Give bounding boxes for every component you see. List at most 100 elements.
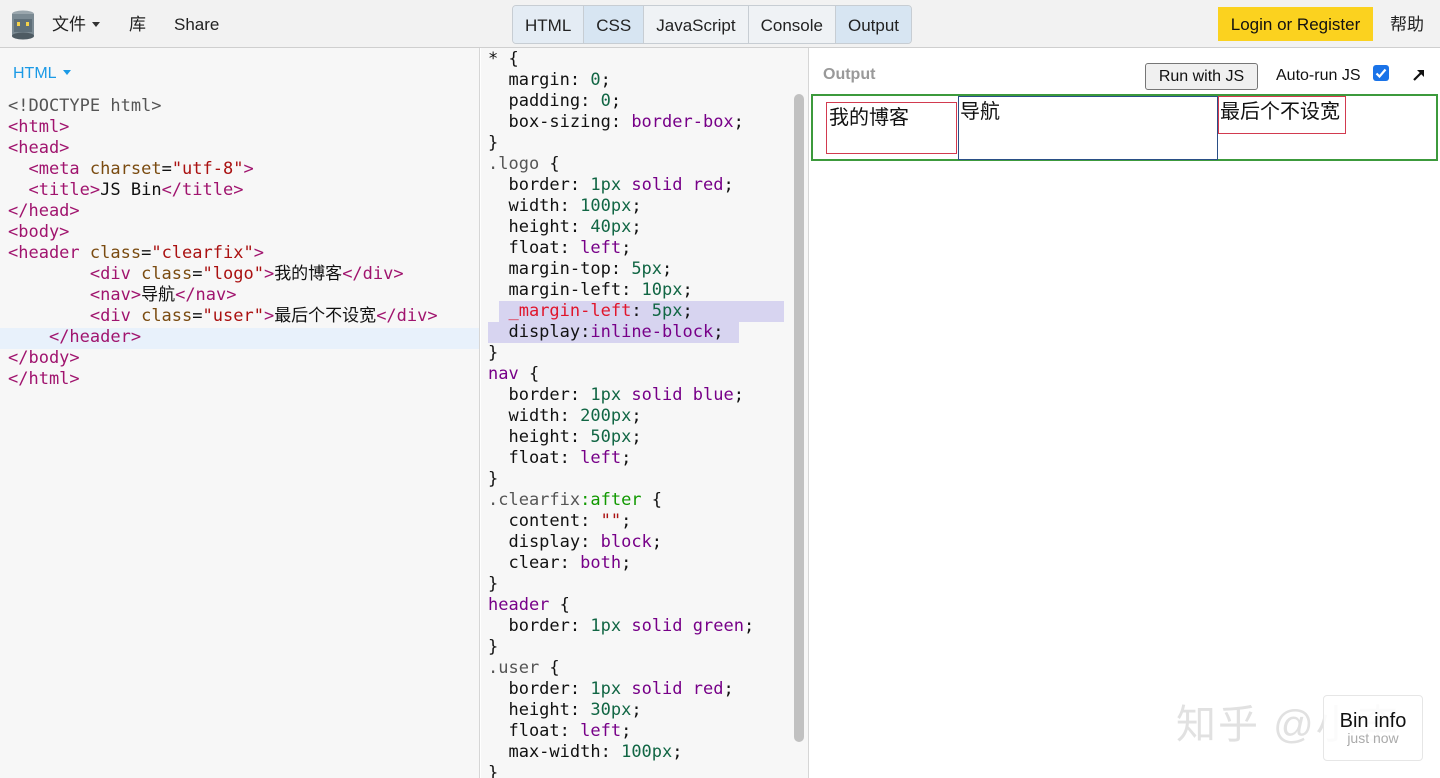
jsbin-logo-icon[interactable] (11, 10, 35, 40)
code-line[interactable]: </html> (8, 369, 479, 390)
code-line[interactable]: border: 1px solid green; (488, 616, 788, 637)
code-token: 1px (590, 385, 622, 405)
library-menu[interactable]: 库 (129, 0, 146, 48)
code-line[interactable]: <nav>导航</nav> (8, 285, 479, 306)
checkmark-icon (1375, 68, 1387, 79)
run-with-js-button[interactable]: Run with JS (1145, 63, 1258, 90)
code-line[interactable]: <div class="user">最后个不设宽</div> (8, 306, 479, 327)
code-token: margin-left (488, 280, 622, 300)
code-token: : (580, 322, 591, 342)
code-line[interactable]: border: 1px solid red; (488, 175, 788, 196)
autorun-checkbox[interactable] (1373, 65, 1389, 81)
code-line[interactable]: <!DOCTYPE html> (8, 96, 479, 117)
code-token: 最后个不设宽 (274, 306, 377, 326)
file-menu[interactable]: 文件 (52, 0, 100, 48)
popout-arrow-icon[interactable] (1412, 68, 1426, 82)
tab-css[interactable]: CSS (584, 6, 645, 43)
code-line[interactable]: nav { (488, 364, 788, 385)
code-token: } (488, 133, 499, 153)
code-line[interactable]: float: left; (488, 448, 788, 469)
code-line[interactable]: </head> (8, 201, 479, 222)
code-token: <html> (8, 117, 70, 137)
code-line[interactable]: </header> (8, 327, 479, 348)
code-line[interactable]: .user { (488, 658, 788, 679)
code-line[interactable]: } (488, 469, 788, 490)
html-code[interactable]: <!DOCTYPE html> <html> <head> <meta charse… (8, 96, 479, 390)
code-line[interactable]: width: 100px; (488, 196, 788, 217)
code-line[interactable]: <div class="logo">我的博客</div> (8, 264, 479, 285)
tab-console[interactable]: Console (748, 6, 836, 43)
code-line[interactable]: header { (488, 595, 788, 616)
code-line[interactable]: float: left; (488, 721, 788, 742)
code-token: : (610, 259, 632, 279)
code-line[interactable]: } (488, 343, 788, 364)
code-line[interactable]: _margin-left: 5px; (488, 301, 788, 322)
login-register-button[interactable]: Login or Register (1218, 7, 1373, 41)
code-token: : (559, 406, 581, 426)
code-line[interactable]: display: block; (488, 532, 788, 553)
code-line[interactable]: } (488, 763, 788, 778)
code-token: display (488, 532, 581, 552)
code-line[interactable]: } (488, 574, 788, 595)
share-menu[interactable]: Share (174, 0, 219, 48)
code-token: <div (89, 306, 142, 326)
code-line[interactable]: <html> (8, 117, 479, 138)
code-line[interactable]: margin: 0; (488, 70, 788, 91)
code-line[interactable]: padding: 0; (488, 91, 788, 112)
code-token: ; (662, 259, 673, 279)
code-line[interactable]: * { (488, 49, 788, 70)
code-line[interactable]: .clearfix:after { (488, 490, 788, 511)
code-token: : (559, 196, 581, 216)
code-line[interactable]: margin-left: 10px; (488, 280, 788, 301)
code-line[interactable]: <body> (8, 222, 479, 243)
code-line[interactable]: display:inline-block; (488, 322, 788, 343)
demo-header: 我的博客 导航 最后个不设宽 (811, 94, 1438, 161)
code-line[interactable]: .logo { (488, 154, 788, 175)
code-line[interactable]: clear: both; (488, 553, 788, 574)
code-line[interactable]: max-width: 100px; (488, 742, 788, 763)
code-line[interactable]: border: 1px solid red; (488, 679, 788, 700)
code-line[interactable]: height: 40px; (488, 217, 788, 238)
code-line[interactable]: <title>JS Bin</title> (8, 180, 479, 201)
code-token: ; (682, 280, 693, 300)
bin-info-card[interactable]: Bin info just now (1323, 695, 1423, 761)
code-line[interactable]: box-sizing: border-box; (488, 112, 788, 133)
html-editor-panel[interactable]: HTML <!DOCTYPE html> <html> <head> <meta c… (0, 48, 480, 778)
code-line[interactable]: width: 200px; (488, 406, 788, 427)
code-line[interactable]: <header class="clearfix"> (8, 243, 479, 264)
tab-javascript[interactable]: JavaScript (644, 6, 749, 43)
code-line[interactable]: <meta charset="utf-8"> (8, 159, 479, 180)
code-token: solid (631, 616, 683, 636)
code-token: { (641, 490, 663, 510)
code-line[interactable]: height: 50px; (488, 427, 788, 448)
code-line[interactable]: height: 30px; (488, 700, 788, 721)
code-line[interactable]: border: 1px solid blue; (488, 385, 788, 406)
css-code[interactable]: * { margin: 0; padding: 0; box-sizing: b… (488, 49, 788, 778)
code-token: = (161, 159, 172, 179)
code-line[interactable]: content: ""; (488, 511, 788, 532)
code-line[interactable]: float: left; (488, 238, 788, 259)
tab-output[interactable]: Output (836, 6, 912, 43)
code-token: green (692, 616, 744, 636)
code-token: width (488, 406, 560, 426)
chevron-down-icon (92, 22, 100, 28)
chevron-down-icon (62, 70, 71, 76)
output-panel: Output Run with JS Auto-run JS 我的博客 导航 最… (810, 48, 1440, 778)
help-menu[interactable]: 帮助 (1390, 0, 1424, 50)
code-line[interactable]: <head> (8, 138, 479, 159)
code-line[interactable]: </body> (8, 348, 479, 369)
html-panel-label[interactable]: HTML (13, 65, 71, 83)
code-token: } (488, 637, 499, 657)
code-line[interactable]: margin-top: 5px; (488, 259, 788, 280)
tab-html[interactable]: HTML (513, 6, 585, 43)
code-line[interactable]: } (488, 133, 788, 154)
css-editor-panel[interactable]: * { margin: 0; padding: 0; box-sizing: b… (481, 48, 809, 778)
code-token: 5px (631, 259, 663, 279)
css-scrollbar[interactable] (794, 94, 804, 742)
code-token: : (569, 175, 591, 195)
code-token: <div (89, 264, 142, 284)
code-line[interactable]: } (488, 637, 788, 658)
code-token: ; (713, 322, 724, 342)
